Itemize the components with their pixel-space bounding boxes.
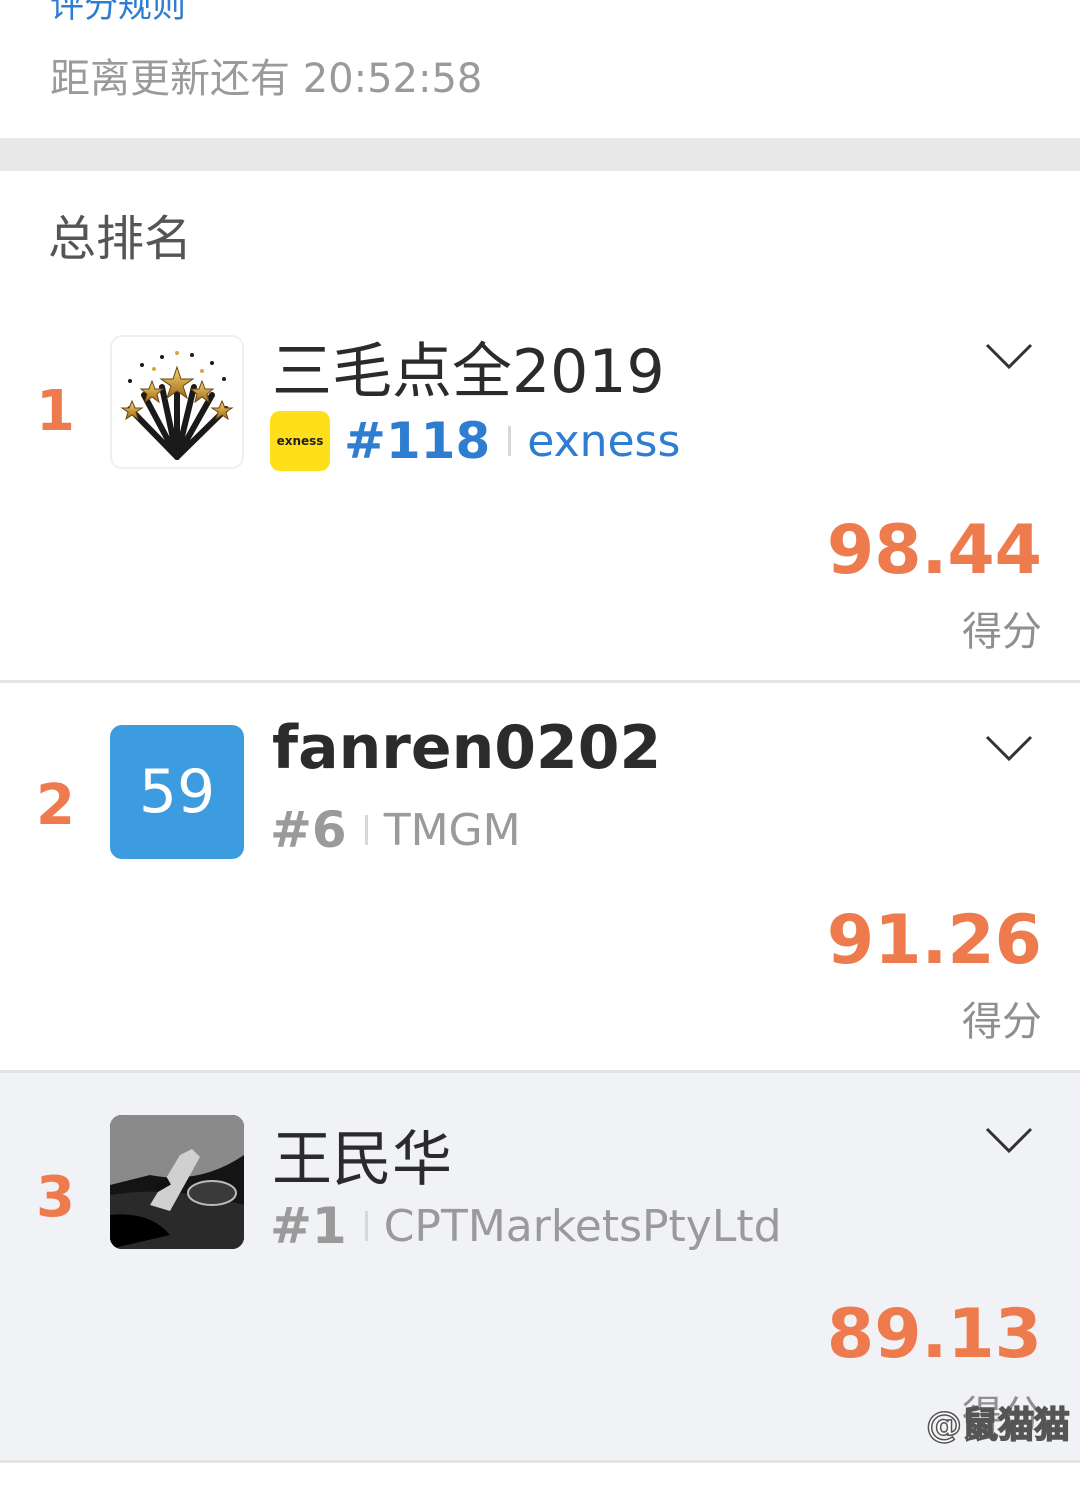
ranking-row[interactable]: 2 59 fanren0202 #6 TMGM 91.26 得分 bbox=[0, 683, 1080, 1073]
broker-info: exness #118 exness bbox=[270, 411, 680, 471]
chevron-down-icon[interactable] bbox=[984, 733, 1034, 763]
section-title: 总排名 bbox=[48, 211, 193, 267]
rank-number: 1 bbox=[36, 379, 75, 444]
score-value: 91.26 bbox=[826, 901, 1042, 980]
scoring-rules-link[interactable]: 评分规则 bbox=[50, 0, 186, 27]
exness-logo-icon: exness bbox=[270, 411, 330, 471]
separator bbox=[364, 815, 368, 845]
broker-info: #6 TMGM bbox=[270, 801, 521, 859]
user-avatar[interactable] bbox=[110, 1115, 244, 1249]
rank-number: 2 bbox=[36, 773, 75, 838]
score-value: 98.44 bbox=[826, 511, 1042, 590]
username: fanren0202 bbox=[272, 713, 662, 783]
username: 三毛点全2019 bbox=[272, 337, 665, 407]
ranking-header: 总排名 bbox=[0, 171, 1080, 293]
broker-name[interactable]: TMGM bbox=[384, 805, 521, 856]
watermark: @鼠猫猫 bbox=[925, 1404, 1071, 1447]
broker-name[interactable]: exness bbox=[527, 416, 680, 467]
chevron-down-icon[interactable] bbox=[984, 1125, 1034, 1155]
user-avatar[interactable]: 59 bbox=[110, 725, 244, 859]
photo-icon bbox=[110, 1115, 244, 1249]
score-label: 得分 bbox=[962, 999, 1042, 1045]
broker-name[interactable]: CPTMarketsPtyLtd bbox=[384, 1201, 782, 1252]
rank-number: 3 bbox=[36, 1165, 75, 1230]
separator bbox=[364, 1211, 368, 1241]
stars-icon bbox=[120, 351, 234, 460]
chevron-down-icon[interactable] bbox=[984, 341, 1034, 371]
score-label: 得分 bbox=[962, 609, 1042, 655]
broker-info: #1 CPTMarketsPtyLtd bbox=[270, 1197, 782, 1255]
header-section: 评分规则 距离更新还有 20:52:58 bbox=[0, 0, 1080, 138]
broker-rank: #1 bbox=[270, 1197, 347, 1255]
broker-rank: #6 bbox=[270, 801, 347, 859]
avatar-text: 59 bbox=[138, 757, 216, 827]
broker-rank: #118 bbox=[344, 412, 491, 470]
user-avatar[interactable] bbox=[110, 335, 244, 469]
separator bbox=[508, 426, 512, 456]
section-divider bbox=[0, 138, 1080, 171]
score-value: 89.13 bbox=[826, 1295, 1042, 1374]
username: 王民华 bbox=[272, 1125, 452, 1195]
ranking-row[interactable]: 3 王民华 #1 CPTMarketsPtyLtd 89.13 得分 bbox=[0, 1073, 1080, 1463]
ranking-row[interactable]: 1 三毛点全2019 exness #118 exness 98.44 得分 bbox=[0, 293, 1080, 683]
update-countdown: 距离更新还有 20:52:58 bbox=[50, 56, 483, 102]
